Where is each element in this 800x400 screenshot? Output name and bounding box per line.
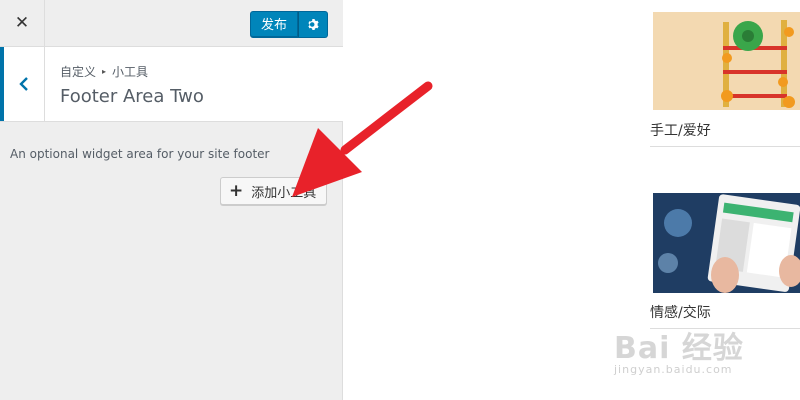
chevron-left-icon [19, 77, 28, 91]
divider [650, 146, 800, 147]
add-widget-label: 添加小工具 [251, 185, 317, 201]
card-caption[interactable]: 手工/爱好 [650, 120, 711, 140]
baidu-jingyan-watermark: Bai 经验 jingyan.baidu.com [614, 323, 744, 376]
breadcrumb-current: 小工具 [112, 65, 149, 79]
plus-icon: + [229, 180, 244, 201]
watermark-url: jingyan.baidu.com [614, 363, 733, 376]
close-icon: ✕ [14, 13, 30, 33]
add-widget-button[interactable]: + 添加小工具 [220, 177, 328, 205]
publish-group: 发布 [250, 11, 329, 38]
breadcrumb-separator-icon: ▸ [102, 67, 107, 76]
gear-icon [307, 19, 319, 30]
section-header: 自定义 ▸ 小工具 Footer Area Two [0, 47, 343, 122]
breadcrumb-root: 自定义 [60, 65, 97, 79]
close-customizer-button[interactable]: ✕ [0, 0, 45, 46]
publish-button[interactable]: 发布 [250, 11, 299, 38]
card-caption[interactable]: 情感/交际 [650, 302, 711, 322]
back-button[interactable] [0, 47, 45, 121]
relationships-thumbnail[interactable] [653, 193, 800, 293]
crafts-thumbnail[interactable] [653, 12, 800, 110]
publish-settings-button[interactable] [298, 11, 329, 38]
section-title: Footer Area Two [60, 86, 204, 107]
customizer-header: ✕ 发布 [0, 0, 343, 47]
tablet-image [653, 193, 800, 293]
watermark-logo: Bai 经验 [614, 331, 744, 366]
customizer-sidebar: ✕ 发布 自定义 ▸ 小工具 Footer Area Two An option… [0, 0, 343, 400]
crafts-image [653, 12, 800, 110]
breadcrumb: 自定义 ▸ 小工具 [60, 63, 148, 80]
section-description: An optional widget area for your site fo… [10, 147, 270, 161]
